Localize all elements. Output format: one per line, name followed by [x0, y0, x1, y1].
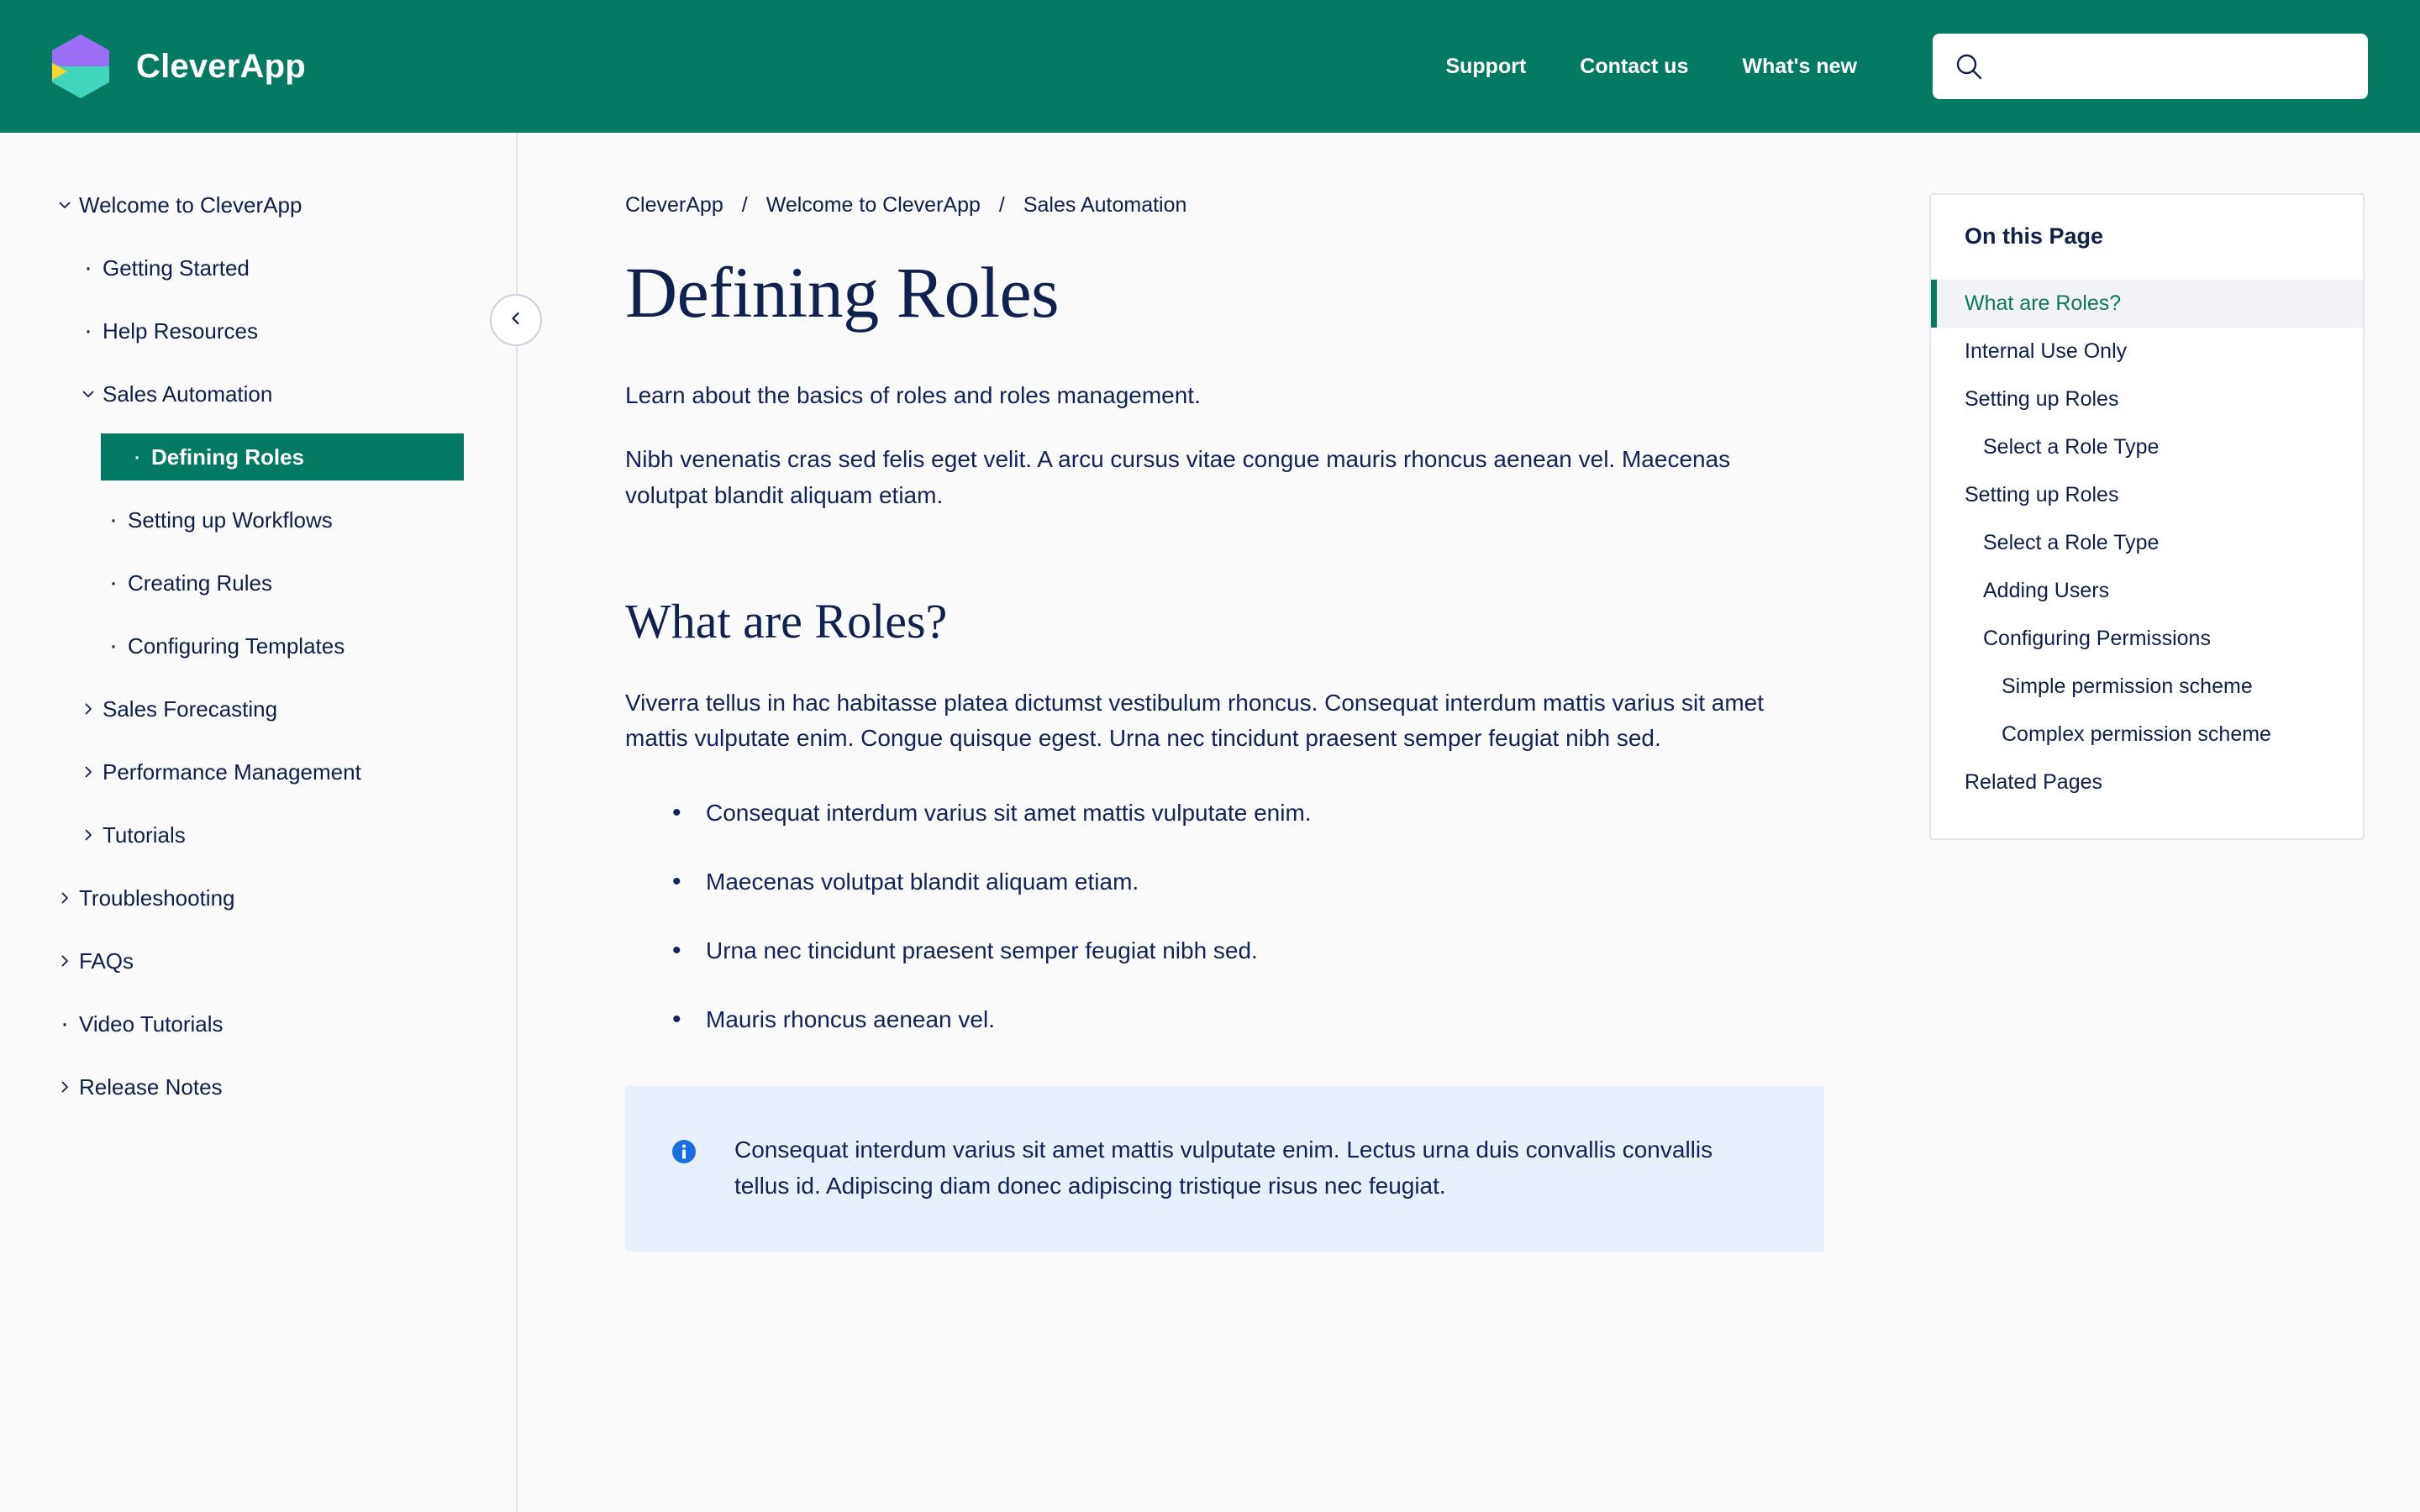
- page-body: Welcome to CleverApp · Getting Started · Hel…: [0, 133, 2420, 1512]
- toc-item-simple-permission-scheme[interactable]: Simple permission scheme: [1931, 663, 2363, 711]
- article-paragraph-2: Viverra tellus in hac habitasse platea d…: [625, 689, 1765, 752]
- sidebar-item-performance-management[interactable]: Performance Management: [0, 748, 516, 795]
- page-title: Defining Roles: [625, 252, 1060, 333]
- site-header: CleverApp Support Contact us What's new: [0, 0, 2420, 133]
- sidebar-item-label: Performance Management: [103, 759, 361, 785]
- breadcrumb-separator: /: [741, 193, 748, 217]
- sidebar-item-sales-forecasting[interactable]: Sales Forecasting: [0, 685, 516, 732]
- sidebar-item-sales-automation[interactable]: Sales Automation: [0, 370, 516, 417]
- chevron-right-icon: [50, 1079, 79, 1095]
- sidebar-item-setting-up-workflows[interactable]: · Setting up Workflows: [0, 496, 516, 543]
- toc-item-what-are-roles[interactable]: What are Roles?: [1931, 280, 2363, 328]
- nav-link-whats-new[interactable]: What's new: [1742, 46, 1857, 87]
- article: CleverApp / Welcome to CleverApp / Sales…: [518, 133, 1929, 1512]
- toc-item-select-a-role-type[interactable]: Select a Role Type: [1931, 423, 2363, 471]
- toc-item-internal-use-only[interactable]: Internal Use Only: [1931, 328, 2363, 375]
- main-content: CleverApp / Welcome to CleverApp / Sales…: [518, 133, 2420, 1512]
- sidebar-item-faqs[interactable]: FAQs: [0, 937, 516, 984]
- sidebar-item-video-tutorials[interactable]: · Video Tutorials: [0, 1000, 516, 1047]
- brand-name: CleverApp: [136, 47, 306, 85]
- toc-item-configuring-permissions[interactable]: Configuring Permissions: [1931, 615, 2363, 663]
- toc-title: On this Page: [1965, 223, 2104, 249]
- sidebar-item-label: Sales Forecasting: [103, 696, 278, 722]
- chevron-right-icon: [74, 764, 103, 780]
- chevron-right-icon: [74, 827, 103, 843]
- sidebar-item-label: Setting up Workflows: [128, 507, 333, 533]
- search-icon: [1954, 52, 1983, 81]
- nav-link-contact-us[interactable]: Contact us: [1580, 46, 1688, 87]
- brand-logo[interactable]: CleverApp: [52, 34, 306, 98]
- toc-item-setting-up-roles[interactable]: Setting up Roles: [1931, 375, 2363, 423]
- sidebar-item-welcome-to-cleverapp[interactable]: Welcome to CleverApp: [0, 181, 516, 228]
- list-item: Consequat interdum varius sit amet matti…: [625, 794, 1929, 832]
- list-item: Urna nec tincidunt praesent semper feugi…: [625, 932, 1929, 969]
- breadcrumb-item-sales-automation[interactable]: Sales Automation: [1023, 193, 1187, 218]
- list-item: Maecenas volutpat blandit aliquam etiam.: [625, 863, 1929, 900]
- toc-item-setting-up-roles[interactable]: Setting up Roles: [1931, 471, 2363, 519]
- sidebar-item-label: FAQs: [79, 948, 134, 974]
- article-paragraph-1: Nibh venenatis cras sed felis eget velit…: [625, 446, 1731, 508]
- sidebar-item-label: Tutorials: [103, 822, 186, 848]
- chevron-down-icon: [50, 197, 79, 213]
- sidebar-item-label: Release Notes: [79, 1074, 223, 1100]
- breadcrumb-item-cleverapp[interactable]: CleverApp: [625, 193, 723, 218]
- search-input[interactable]: [1998, 34, 2346, 99]
- sidebar-item-defining-roles[interactable]: · Defining Roles: [101, 433, 464, 480]
- sidebar-item-creating-rules[interactable]: · Creating Rules: [0, 559, 516, 606]
- sidebar-item-label: Sales Automation: [103, 381, 273, 407]
- article-intro: Learn about the basics of roles and role…: [625, 381, 1201, 408]
- info-circle-icon: [669, 1137, 699, 1167]
- toc-item-adding-users[interactable]: Adding Users: [1931, 567, 2363, 615]
- sidebar-item-label: Defining Roles: [151, 444, 305, 470]
- sidebar-item-label: Configuring Templates: [128, 633, 345, 659]
- chevron-left-icon: [508, 310, 524, 331]
- article-bullet-list: Consequat interdum varius sit amet matti…: [625, 794, 1929, 1038]
- sidebar-item-getting-started[interactable]: · Getting Started: [0, 244, 516, 291]
- toc-item-select-a-role-type[interactable]: Select a Role Type: [1931, 519, 2363, 567]
- sidebar-item-help-resources[interactable]: · Help Resources: [0, 307, 516, 354]
- sidebar-item-troubleshooting[interactable]: Troubleshooting: [0, 874, 516, 921]
- hexagon-logo-icon: [52, 34, 109, 98]
- chevron-right-icon: [50, 953, 79, 969]
- sidebar-item-label: Creating Rules: [128, 570, 272, 596]
- chevron-right-icon: [74, 701, 103, 717]
- breadcrumb: CleverApp / Welcome to CleverApp / Sales…: [625, 193, 1929, 218]
- sidebar-item-label: Welcome to CleverApp: [79, 192, 302, 218]
- sidebar-item-label: Help Resources: [103, 318, 258, 344]
- breadcrumb-separator: /: [998, 193, 1005, 217]
- sidebar-nav: Welcome to CleverApp · Getting Started · Hel…: [0, 133, 542, 1512]
- sidebar-item-label: Video Tutorials: [79, 1011, 224, 1037]
- sidebar-item-configuring-templates[interactable]: · Configuring Templates: [0, 622, 516, 669]
- toc-item-complex-permission-scheme[interactable]: Complex permission scheme: [1931, 711, 2363, 759]
- sidebar-item-label: Troubleshooting: [79, 885, 235, 911]
- sidebar-collapse-button[interactable]: [490, 294, 542, 346]
- toc-column: On this Page What are Roles? Internal Use…: [1929, 133, 2365, 1512]
- chevron-right-icon: [50, 890, 79, 906]
- search-box[interactable]: [1933, 34, 2368, 99]
- nav-link-support[interactable]: Support: [1445, 46, 1526, 87]
- sidebar-item-release-notes[interactable]: Release Notes: [0, 1063, 516, 1110]
- sidebar-item-tutorials[interactable]: Tutorials: [0, 811, 516, 858]
- primary-nav: Support Contact us What's new: [1445, 46, 1857, 87]
- on-this-page-panel: On this Page What are Roles? Internal Use…: [1929, 193, 2365, 840]
- breadcrumb-item-welcome[interactable]: Welcome to CleverApp: [766, 193, 981, 218]
- chevron-down-icon: [74, 386, 103, 402]
- list-item: Mauris rhoncus aenean vel.: [625, 1000, 1929, 1038]
- section-heading-what-are-roles: What are Roles?: [625, 594, 948, 649]
- info-callout-text: Consequat interdum varius sit amet matti…: [734, 1137, 1713, 1200]
- info-callout: Consequat interdum varius sit amet matti…: [625, 1086, 1824, 1252]
- sidebar-item-label: Getting Started: [103, 255, 250, 281]
- toc-item-related-pages[interactable]: Related Pages: [1931, 759, 2363, 806]
